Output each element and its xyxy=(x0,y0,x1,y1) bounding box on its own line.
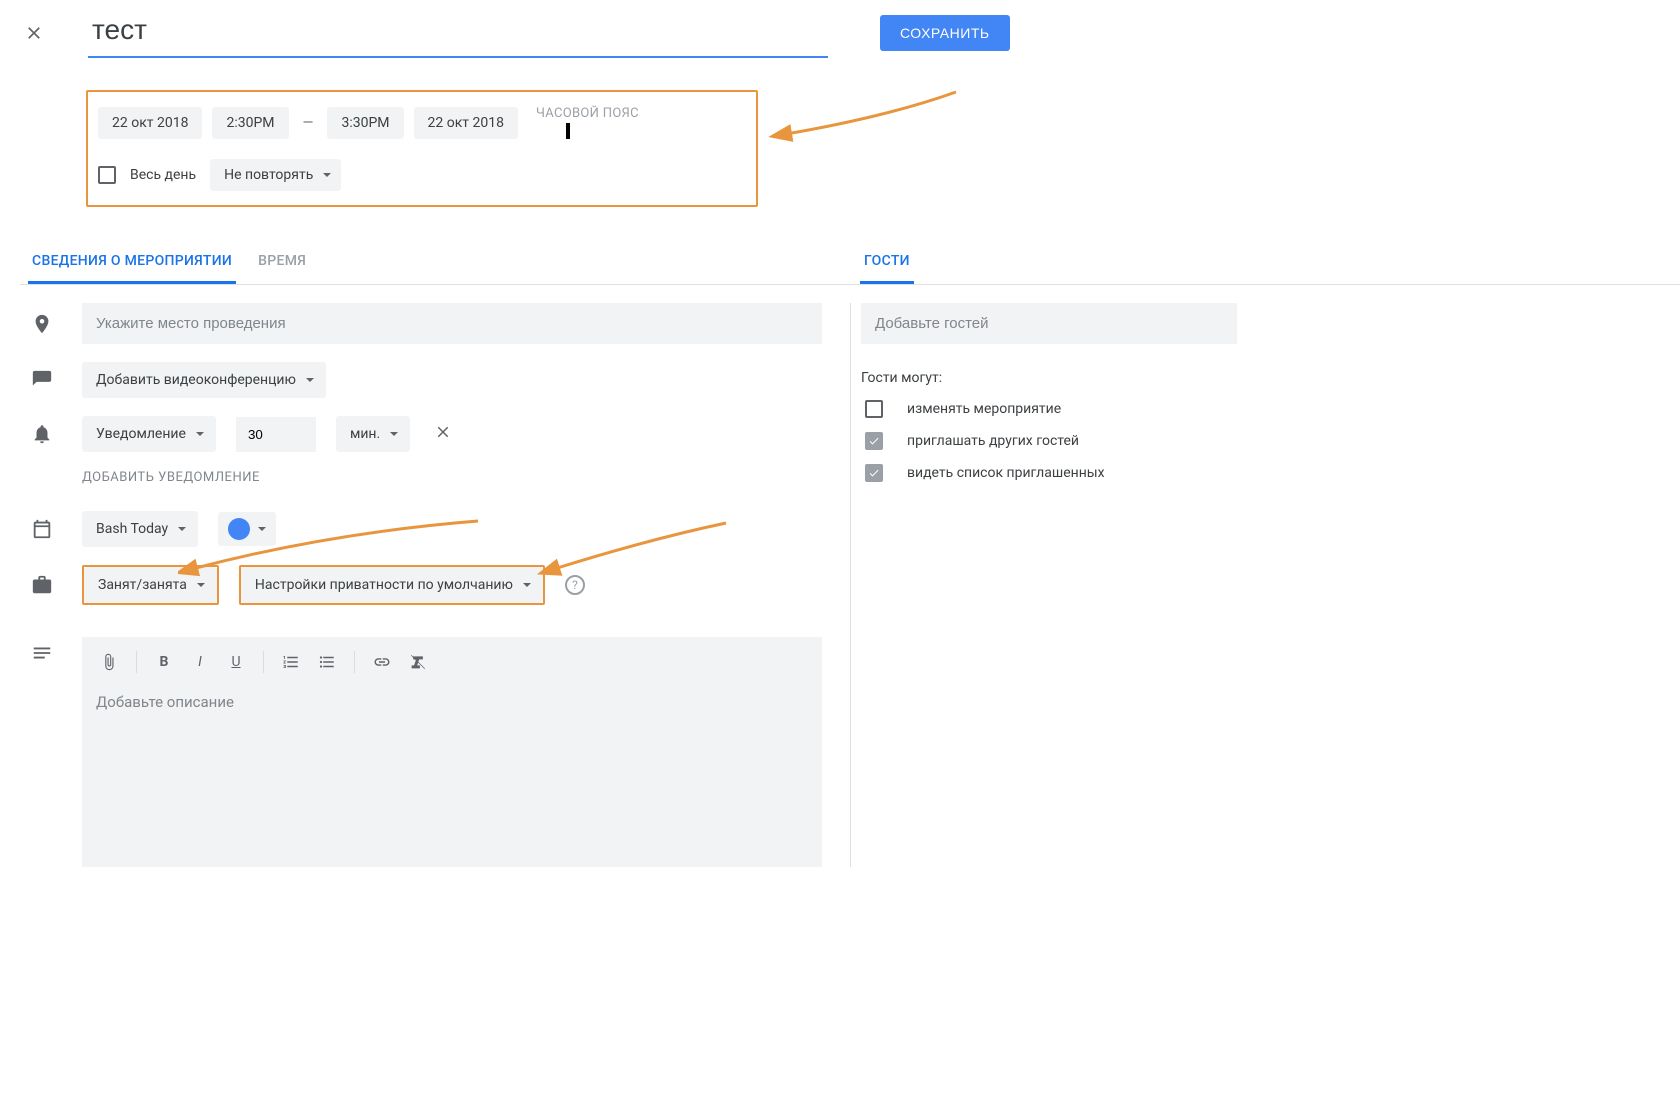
underline-button[interactable]: U xyxy=(221,647,251,677)
notification-type-dropdown[interactable]: Уведомление xyxy=(82,416,216,452)
paperclip-icon xyxy=(100,653,118,671)
tab-findtime[interactable]: ВРЕМЯ xyxy=(254,253,310,284)
busy-status-dropdown[interactable]: Занят/занята xyxy=(84,567,217,603)
link-icon xyxy=(373,653,391,671)
remove-notification-button[interactable] xyxy=(430,419,456,449)
save-button[interactable]: СОХРАНИТЬ xyxy=(880,15,1010,51)
italic-button[interactable]: I xyxy=(185,647,215,677)
color-dropdown[interactable] xyxy=(218,512,276,546)
time-dash: — xyxy=(299,115,318,131)
bullet-list-button[interactable] xyxy=(312,647,342,677)
end-date[interactable]: 22 окт 2018 xyxy=(414,107,518,139)
editor-toolbar: B I U xyxy=(82,637,822,687)
perm-modify-label: изменять мероприятие xyxy=(907,401,1061,417)
video-icon xyxy=(22,368,62,392)
add-conference-dropdown[interactable]: Добавить видеоконференцию xyxy=(82,362,326,398)
calendar-icon xyxy=(22,517,62,541)
link-button[interactable] xyxy=(367,647,397,677)
repeat-dropdown[interactable]: Не повторять xyxy=(210,159,341,191)
perm-invite-checkbox[interactable] xyxy=(865,432,883,450)
numbered-list-icon xyxy=(282,653,300,671)
visibility-dropdown[interactable]: Настройки приватности по умолчанию xyxy=(241,567,543,603)
calendar-dropdown[interactable]: Bash Today xyxy=(82,511,198,547)
perm-modify-checkbox[interactable] xyxy=(865,400,883,418)
clear-format-icon xyxy=(409,653,427,671)
start-time[interactable]: 2:30PM xyxy=(212,107,288,139)
color-swatch-icon xyxy=(228,518,250,540)
tab-details[interactable]: СВЕДЕНИЯ О МЕРОПРИЯТИИ xyxy=(28,253,236,284)
toolbar-separator xyxy=(136,651,137,673)
perm-seeguests-checkbox[interactable] xyxy=(865,464,883,482)
bullet-list-icon xyxy=(318,653,336,671)
notification-amount-input[interactable] xyxy=(236,417,316,452)
toolbar-separator xyxy=(354,651,355,673)
annotation-arrow-icon xyxy=(766,82,966,162)
perm-invite-label: приглашать других гостей xyxy=(907,433,1079,449)
event-title-input[interactable] xyxy=(88,8,828,58)
clear-format-button[interactable] xyxy=(403,647,433,677)
bell-icon xyxy=(22,422,62,446)
tabs-bar: СВЕДЕНИЯ О МЕРОПРИЯТИИ ВРЕМЯ ГОСТИ xyxy=(20,253,1680,285)
bold-icon: B xyxy=(160,654,169,670)
all-day-checkbox[interactable] xyxy=(98,166,116,184)
close-icon xyxy=(434,423,452,441)
end-time[interactable]: 3:30PM xyxy=(327,107,403,139)
description-input[interactable]: Добавьте описание xyxy=(82,687,822,725)
location-input[interactable] xyxy=(82,303,822,344)
close-button[interactable] xyxy=(20,19,48,47)
bold-button[interactable]: B xyxy=(149,647,179,677)
help-icon[interactable]: ? xyxy=(565,575,585,595)
location-icon xyxy=(22,312,62,336)
numbered-list-button[interactable] xyxy=(276,647,306,677)
italic-icon: I xyxy=(198,654,202,670)
notification-unit-dropdown[interactable]: мин. xyxy=(336,416,410,452)
text-cursor xyxy=(566,123,570,139)
datetime-section: 22 окт 2018 2:30PM — 3:30PM 22 окт 2018 … xyxy=(86,90,758,207)
close-icon xyxy=(24,23,44,43)
underline-icon: U xyxy=(231,654,240,670)
toolbar-separator xyxy=(263,651,264,673)
attach-button[interactable] xyxy=(94,647,124,677)
start-date[interactable]: 22 окт 2018 xyxy=(98,107,202,139)
notes-icon xyxy=(22,641,62,665)
tab-guests[interactable]: ГОСТИ xyxy=(860,253,914,284)
timezone-label[interactable]: ЧАСОВОЙ ПОЯС xyxy=(536,106,639,121)
add-notification-link[interactable]: ДОБАВИТЬ УВЕДОМЛЕНИЕ xyxy=(82,470,850,485)
add-guests-input[interactable] xyxy=(861,303,1237,344)
guest-permissions-title: Гости могут: xyxy=(861,370,1248,386)
perm-seeguests-label: видеть список приглашенных xyxy=(907,465,1105,481)
briefcase-icon xyxy=(22,573,62,597)
all-day-label: Весь день xyxy=(130,167,196,183)
